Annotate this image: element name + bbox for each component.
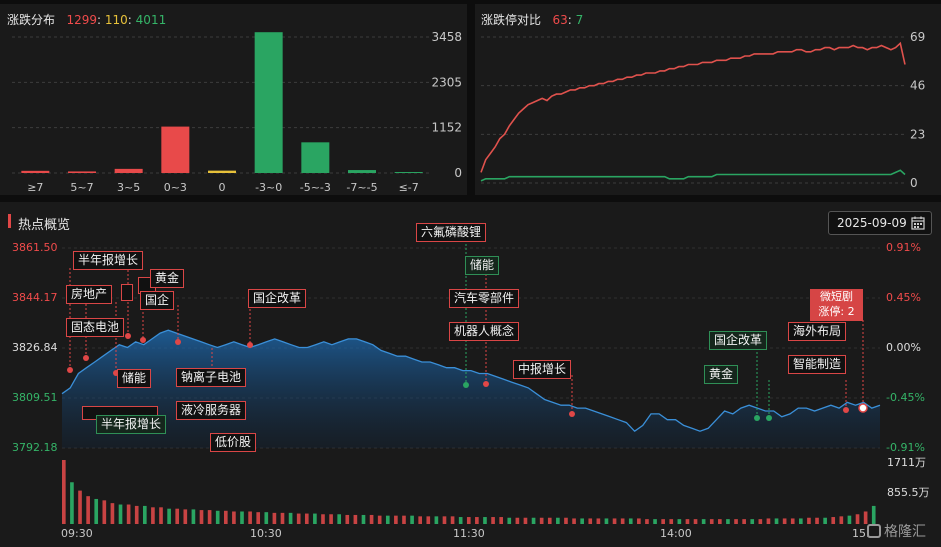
hotspot-title: 热点概览 <box>18 218 71 233</box>
tag-auto-parts[interactable]: 汽车零部件 <box>449 289 520 308</box>
distribution-bar <box>301 142 330 173</box>
category-label: -3~0 <box>255 181 282 194</box>
tag-liquid-cooling-server[interactable]: 液冷服务器 <box>176 401 247 420</box>
limit-box-concept: 微短剧 <box>820 290 853 303</box>
tag-energy-storage-2[interactable]: 储能 <box>465 256 500 275</box>
distribution-panel: 涨跌分布 1299: 110: 4011 3458 2305 1152 0 ≥7 5~7 3… <box>0 4 467 195</box>
tag-soe-reform-2[interactable]: 国企改革 <box>709 331 768 350</box>
y-tick-label: 46 <box>910 79 925 93</box>
category-label: 0~3 <box>164 181 187 194</box>
tag-low-price-stock[interactable]: 低价股 <box>210 433 257 452</box>
tag-partial-a <box>121 284 133 301</box>
watermark: 格隆汇 <box>867 521 926 541</box>
y-tick-label: 23 <box>910 127 925 141</box>
y-tick-label: 1152 <box>431 121 462 135</box>
y-label-left-1: 3844.17 <box>12 291 58 304</box>
time-label-0930: 09:30 <box>61 527 93 540</box>
tag-half-year-growth[interactable]: 半年报增长 <box>73 251 144 270</box>
y-tick-label: 0 <box>454 166 462 180</box>
category-label: -7~-5 <box>346 181 377 194</box>
y-tick-label: 69 <box>910 30 925 44</box>
limit-up-highlight-box[interactable]: 微短剧 涨停: 2 <box>810 289 863 321</box>
limit-series-line <box>480 41 906 173</box>
category-label: ≤-7 <box>399 181 419 194</box>
distribution-bar <box>21 170 50 173</box>
tag-lithium-hexafluorophosphate[interactable]: 六氟磷酸锂 <box>416 223 487 242</box>
limit-ratio-line-chart: 69 46 23 0 <box>480 30 925 190</box>
y-label-right-4: -0.91% <box>886 441 925 454</box>
tag-half-year-growth-2[interactable]: 半年报增长 <box>96 415 167 434</box>
limit-box-count: 涨停: 2 <box>818 305 855 318</box>
volume-label-mid: 855.5万 <box>887 486 930 499</box>
date-value: 2025-09-09 <box>837 216 907 230</box>
y-label-right-0: 0.91% <box>886 241 921 254</box>
distribution-bar <box>254 32 283 174</box>
y-label-left-2: 3826.84 <box>12 341 58 354</box>
tag-interim-growth[interactable]: 中报增长 <box>513 360 572 379</box>
distribution-bar <box>68 171 96 173</box>
distribution-bar <box>114 168 143 173</box>
distribution-bar <box>161 126 190 173</box>
calendar-icon[interactable] <box>911 216 925 230</box>
y-tick-label: 3458 <box>431 30 462 44</box>
limit-series-line <box>480 169 906 182</box>
y-label-right-1: 0.45% <box>886 291 921 304</box>
distribution-bar <box>348 170 376 173</box>
tag-solid-state-battery[interactable]: 固态电池 <box>66 318 125 337</box>
y-tick-label: 2305 <box>431 75 462 89</box>
y-label-right-2: 0.00% <box>886 341 921 354</box>
y-label-left-0: 3861.50 <box>12 241 58 254</box>
tag-energy-storage[interactable]: 储能 <box>117 369 152 388</box>
watermark-text: 格隆汇 <box>884 524 926 540</box>
tag-gold-2[interactable]: 黄金 <box>704 365 739 384</box>
category-label: -5~-3 <box>300 181 331 194</box>
tag-soe[interactable]: 国企 <box>140 291 175 310</box>
watermark-logo-icon <box>867 524 881 538</box>
tag-robot-concept[interactable]: 机器人概念 <box>449 322 520 341</box>
tag-soe-reform[interactable]: 国企改革 <box>248 289 307 308</box>
tag-real-estate[interactable]: 房地产 <box>66 285 113 304</box>
y-tick-label: 0 <box>910 176 918 190</box>
y-label-left-4: 3792.18 <box>12 441 58 454</box>
category-label: 0 <box>219 181 226 194</box>
distribution-bar <box>394 172 423 173</box>
tag-overseas-layout[interactable]: 海外布局 <box>788 322 847 341</box>
category-label: ≥7 <box>27 181 43 194</box>
date-picker[interactable]: 2025-09-09 <box>828 211 932 235</box>
title-accent-bar <box>8 214 11 228</box>
time-label-1400: 14:00 <box>660 527 692 540</box>
tag-smart-manufacturing[interactable]: 智能制造 <box>788 355 847 374</box>
tag-gold[interactable]: 黄金 <box>150 269 185 288</box>
y-label-right-3: -0.45% <box>886 391 925 404</box>
tag-sodium-ion-battery[interactable]: 钠离子电池 <box>176 368 247 387</box>
distribution-bar <box>208 170 236 173</box>
time-label-1030: 10:30 <box>250 527 282 540</box>
limit-ratio-panel: 涨跌停对比 63: 7 69 46 23 0 <box>475 4 941 195</box>
category-label: 3~5 <box>117 181 140 194</box>
distribution-bar-chart: 3458 2305 1152 0 ≥7 5~7 3~5 0~3 0 -3~0 -5~-3 -7~-5 ≤… <box>12 30 462 194</box>
volume-label-max: 1711万 <box>887 456 926 469</box>
time-label-1130: 11:30 <box>453 527 485 540</box>
category-label: 5~7 <box>70 181 93 194</box>
y-label-left-3: 3809.51 <box>12 391 58 404</box>
